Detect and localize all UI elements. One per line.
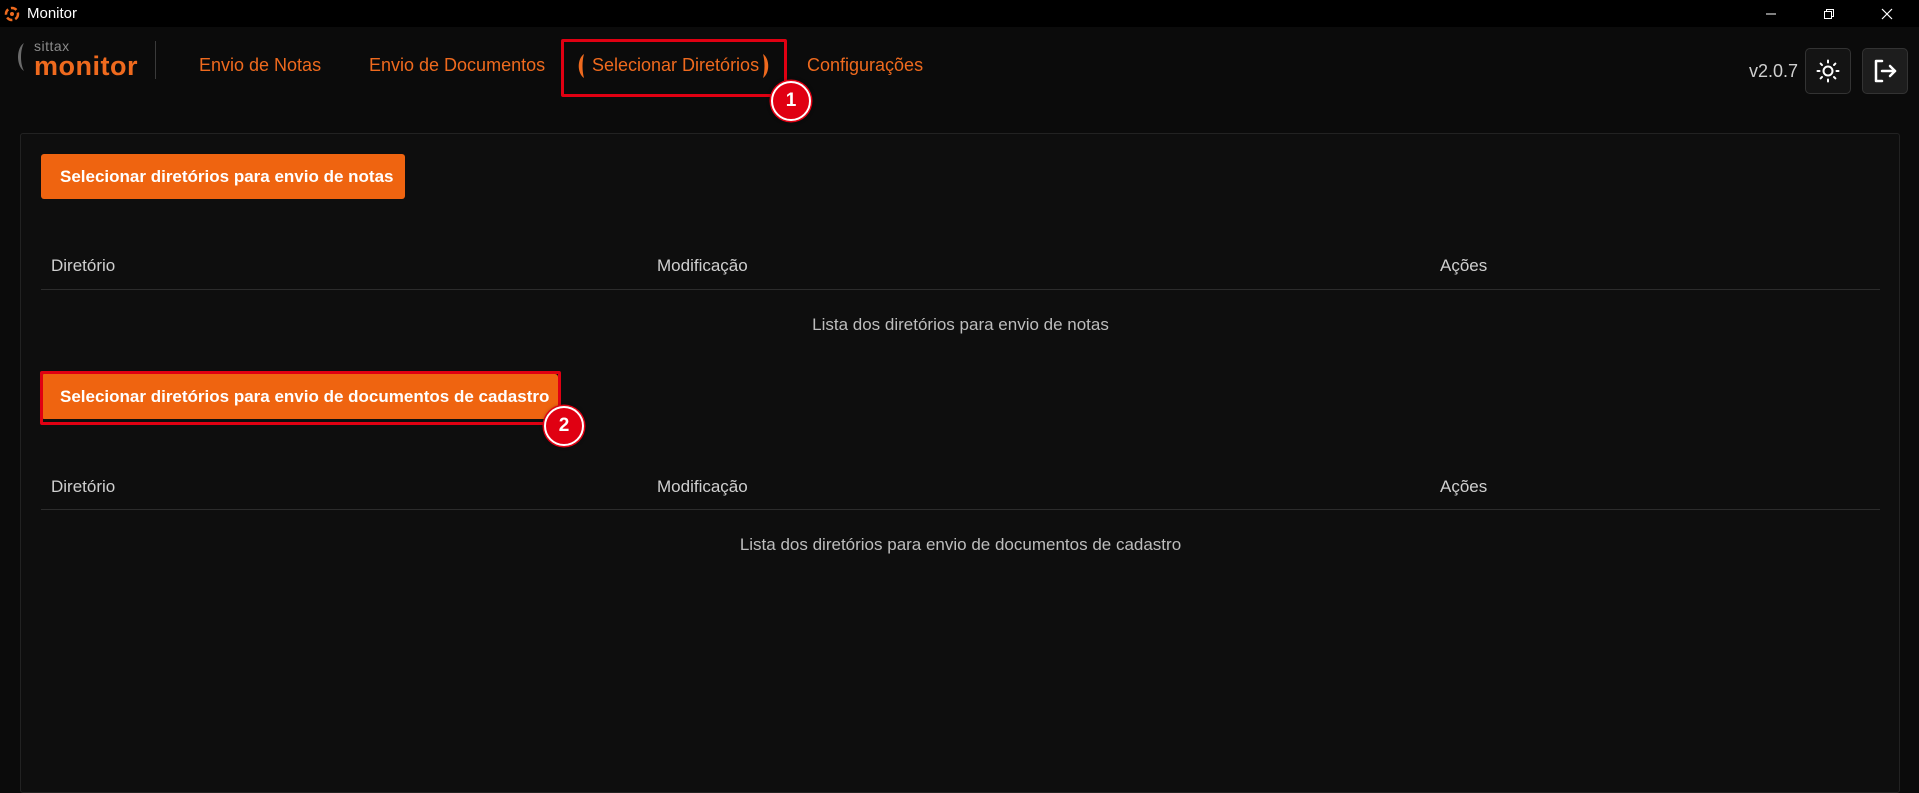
- logout-button[interactable]: [1862, 48, 1908, 94]
- annotation-highlight-1: [561, 39, 787, 97]
- app-logo-icon: [4, 6, 20, 22]
- annotation-badge-2: 2: [544, 406, 584, 446]
- notas-header-divider: [41, 289, 1880, 290]
- header-divider: [155, 41, 156, 79]
- minimize-button[interactable]: [1742, 0, 1800, 27]
- documentos-col-acoes: Ações: [1440, 477, 1488, 496]
- restore-icon: [1824, 8, 1834, 19]
- notas-col-diretorio[interactable]: Diretório: [51, 256, 115, 276]
- documentos-empty-message: Lista dos diretórios para envio de docum…: [739, 535, 1182, 554]
- logo-mark-icon: [18, 43, 24, 71]
- app-version: v2.0.7: [1749, 61, 1799, 81]
- main-panel: [20, 133, 1900, 793]
- notas-col-modificacao[interactable]: Modificação: [657, 256, 748, 276]
- sun-icon: [1816, 59, 1840, 83]
- theme-toggle-button[interactable]: [1805, 48, 1851, 94]
- close-button[interactable]: [1858, 0, 1916, 27]
- window-title: Monitor: [27, 5, 78, 22]
- documentos-header-divider: [41, 509, 1880, 510]
- documentos-col-diretorio[interactable]: Diretório: [51, 477, 115, 497]
- restore-button[interactable]: [1800, 0, 1858, 27]
- minimize-icon: [1766, 13, 1776, 14]
- logo[interactable]: sittax monitor: [14, 38, 144, 84]
- annotation-highlight-2: [40, 371, 561, 425]
- window-titlebar: Monitor: [0, 0, 1919, 27]
- nav-envio-de-notas[interactable]: Envio de Notas: [199, 55, 321, 76]
- annotation-badge-1: 1: [771, 81, 811, 121]
- select-notas-directories-button[interactable]: Selecionar diretórios para envio de nota…: [41, 154, 405, 199]
- nav-envio-de-documentos[interactable]: Envio de Documentos: [369, 55, 545, 76]
- documentos-col-modificacao[interactable]: Modificação: [657, 477, 748, 497]
- logo-big-text: monitor: [34, 51, 138, 81]
- notas-col-acoes: Ações: [1440, 256, 1488, 275]
- close-icon: [1881, 8, 1893, 19]
- nav-configuracoes[interactable]: Configurações: [807, 55, 923, 76]
- notas-empty-message: Lista dos diretórios para envio de notas: [812, 315, 1109, 334]
- logout-icon: [1874, 59, 1897, 83]
